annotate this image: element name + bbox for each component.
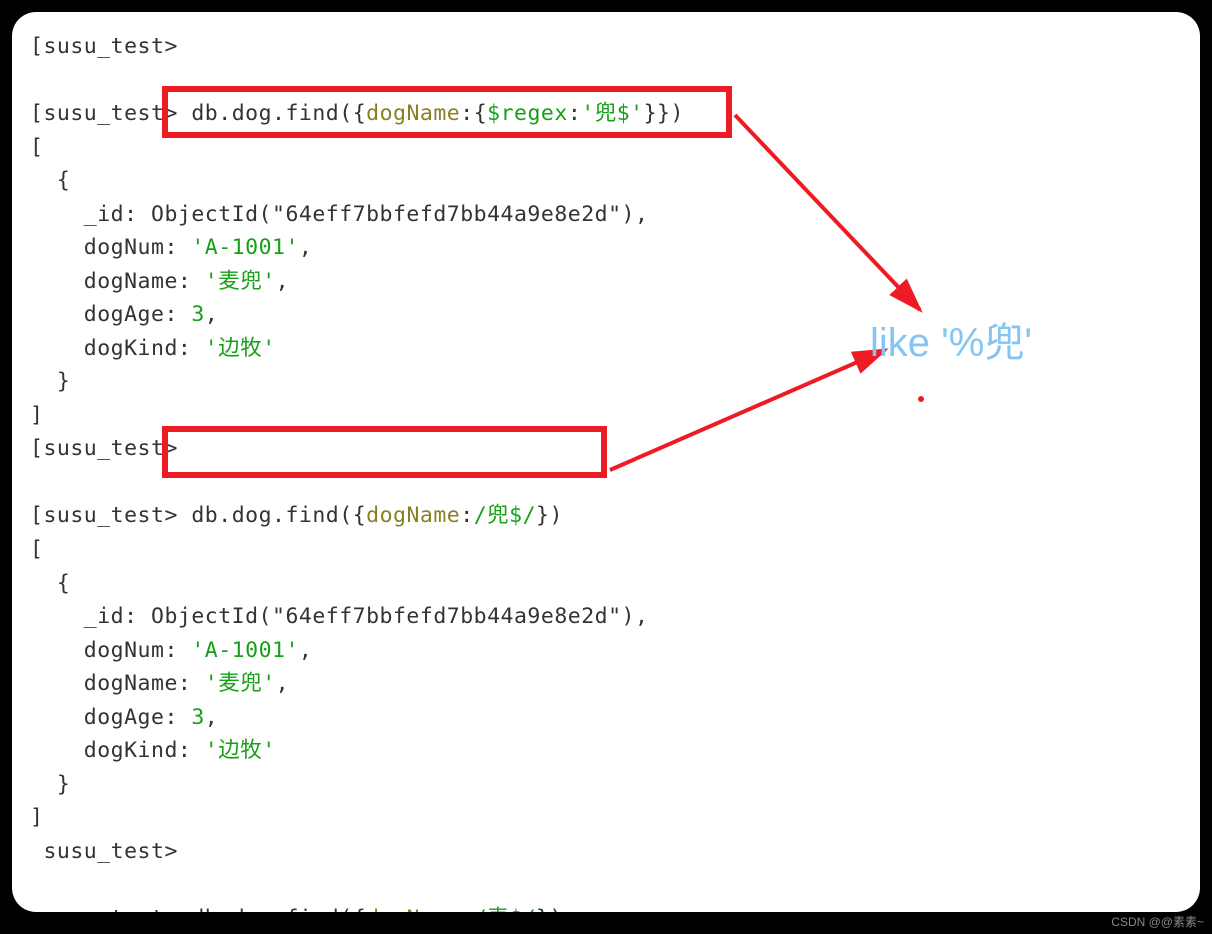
terminal-window: [susu_test> [susu_test> db.dog.find({dog… — [12, 12, 1200, 912]
age-val: 3 — [191, 705, 204, 730]
q2-suffix: }) — [536, 503, 563, 528]
comma: , — [276, 269, 289, 294]
id-line: _id: ObjectId("64eff7bbfefd7bb44a9e8e2d"… — [30, 604, 648, 629]
num-key: dogNum: — [30, 638, 191, 663]
terminal-output[interactable]: [susu_test> [susu_test> db.dog.find({dog… — [30, 30, 1200, 912]
q2-field: dogName — [366, 503, 460, 528]
q1-value: '兜$' — [581, 101, 643, 126]
name-val: '麦兜' — [205, 269, 276, 294]
id-line: _id: ObjectId("64eff7bbfefd7bb44a9e8e2d"… — [30, 202, 648, 227]
prompt: susu_test> — [43, 503, 177, 528]
annotation-dot-icon — [918, 396, 924, 402]
q3-suffix: }) — [536, 906, 563, 912]
name-key: dogName: — [30, 671, 205, 696]
bracket: [ — [30, 436, 43, 461]
close-obj: } — [30, 772, 70, 797]
q1-mid: :{ — [460, 101, 487, 126]
bracket: [ — [30, 101, 43, 126]
q1-regex: $regex — [487, 101, 568, 126]
open-arr: [ — [30, 537, 43, 562]
prompt: susu_test> — [43, 906, 177, 912]
close-obj: } — [30, 369, 70, 394]
q2-value: /兜$/ — [474, 503, 536, 528]
q1-prefix: db.dog.find({ — [191, 101, 366, 126]
q2-prefix: db.dog.find({ — [191, 503, 366, 528]
open-arr: [ — [30, 135, 43, 160]
num-key: dogNum: — [30, 235, 191, 260]
kind-key: dogKind: — [30, 738, 205, 763]
q3-field: dogName — [366, 906, 460, 912]
comma: , — [205, 705, 218, 730]
age-val: 3 — [191, 302, 204, 327]
close-arr: ] — [30, 403, 43, 428]
annotation-text: like '%兜' — [870, 310, 1032, 368]
age-key: dogAge: — [30, 302, 191, 327]
prompt: susu_test> — [43, 101, 177, 126]
kind-val: '边牧' — [205, 336, 276, 361]
prompt: susu_test> — [43, 839, 177, 864]
q1-sep: : — [568, 101, 581, 126]
comma: , — [299, 235, 312, 260]
comma: , — [276, 671, 289, 696]
q2-mid: : — [460, 503, 473, 528]
prompt: susu_test> — [43, 436, 177, 461]
name-val: '麦兜' — [205, 671, 276, 696]
open-obj: { — [30, 168, 70, 193]
q3-prefix: db.dog.find({ — [191, 906, 366, 912]
num-val: 'A-1001' — [191, 235, 299, 260]
q1-suffix: }}) — [644, 101, 684, 126]
open-obj: { — [30, 571, 70, 596]
q1-field: dogName — [366, 101, 460, 126]
bracket: [ — [30, 34, 43, 59]
watermark: CSDN @@素素~ — [1111, 913, 1204, 930]
q3-value: /麦$/ — [474, 906, 536, 912]
bracket: [ — [30, 503, 43, 528]
kind-val: '边牧' — [205, 738, 276, 763]
prompt: susu_test> — [43, 34, 177, 59]
comma: , — [205, 302, 218, 327]
num-val: 'A-1001' — [191, 638, 299, 663]
kind-key: dogKind: — [30, 336, 205, 361]
comma: , — [299, 638, 312, 663]
name-key: dogName: — [30, 269, 205, 294]
close-arr: ] — [30, 805, 43, 830]
q3-mid: : — [460, 906, 473, 912]
age-key: dogAge: — [30, 705, 191, 730]
